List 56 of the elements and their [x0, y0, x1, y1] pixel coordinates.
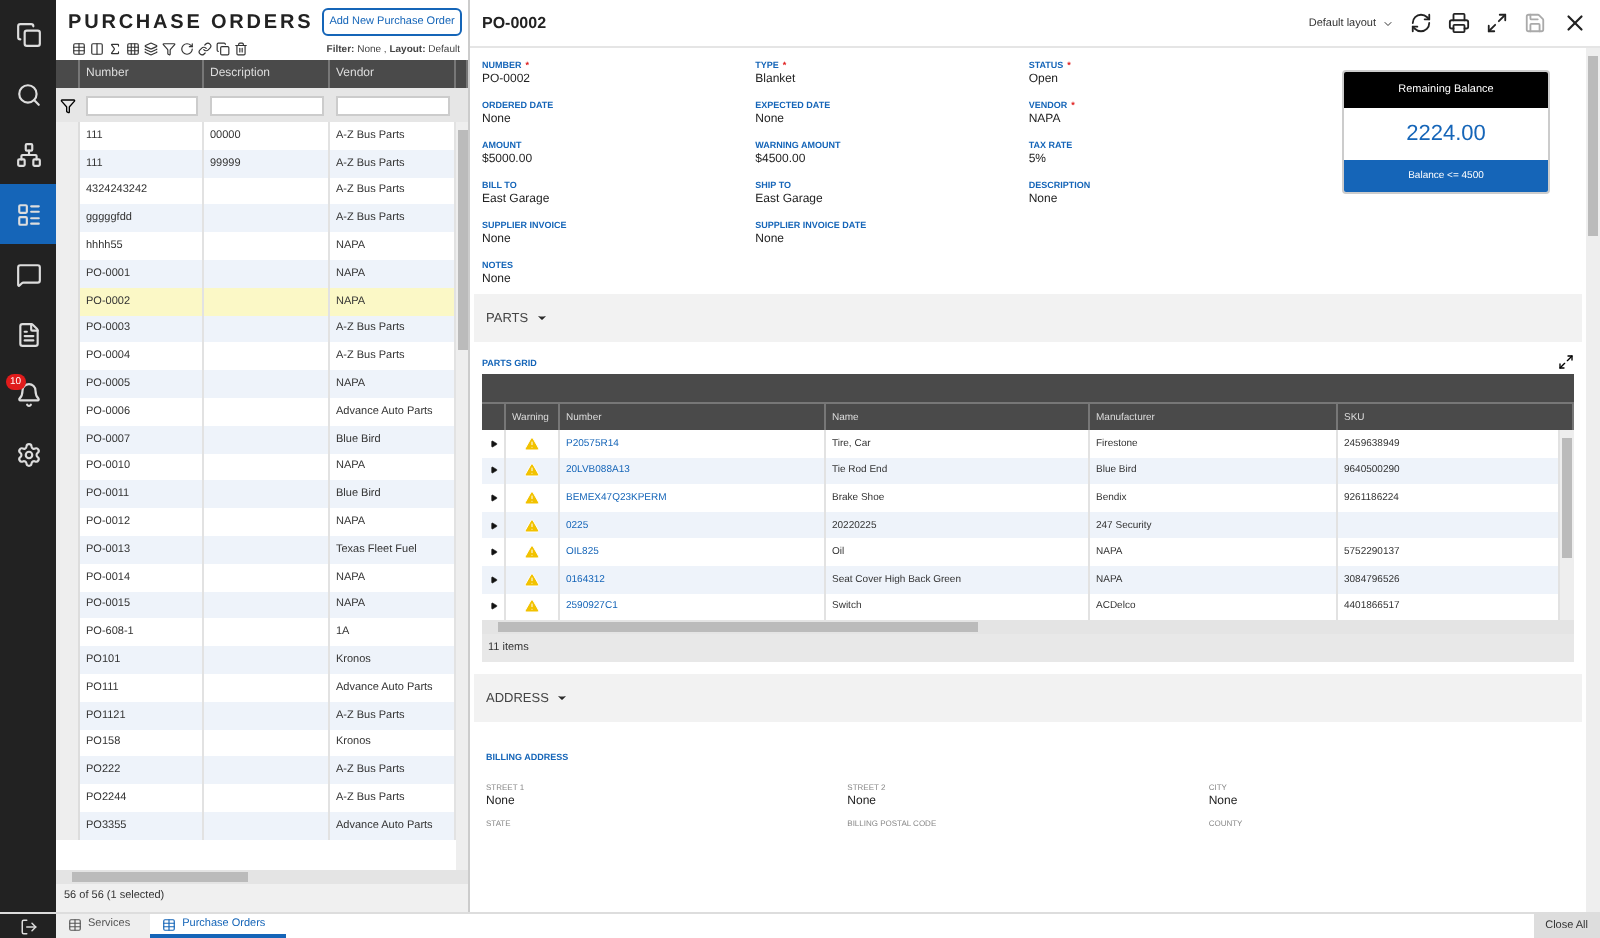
row-header — [56, 811, 80, 840]
logout-icon[interactable] — [19, 917, 37, 935]
scrollbar[interactable] — [56, 870, 468, 884]
expand-row-icon[interactable] — [489, 439, 497, 448]
toolbar-icon[interactable] — [126, 42, 140, 56]
warning-icon — [524, 544, 540, 561]
printer-icon[interactable] — [1448, 12, 1470, 34]
warning-icon — [524, 435, 540, 452]
toolbar-icon[interactable] — [144, 42, 158, 56]
scrollbar[interactable] — [1586, 48, 1600, 912]
toolbar-icon[interactable] — [234, 42, 248, 56]
toolbar-icon[interactable] — [162, 42, 176, 56]
warning-icon — [524, 517, 540, 534]
caret-icon — [556, 692, 569, 705]
warning-icon — [524, 489, 540, 506]
toolbar-icon[interactable] — [108, 42, 122, 56]
expand-row-icon[interactable] — [489, 548, 497, 557]
filter-field[interactable] — [336, 95, 450, 115]
expand-row-icon[interactable] — [489, 602, 497, 611]
filter-icon[interactable] — [60, 97, 76, 113]
document-icon — [15, 321, 41, 347]
warning-icon — [524, 598, 540, 615]
bell-icon — [15, 381, 41, 407]
warning-icon — [524, 462, 540, 479]
diagram-icon — [15, 141, 41, 167]
caret-icon — [1382, 17, 1394, 29]
chat-icon — [15, 261, 41, 287]
scrollbar[interactable] — [456, 122, 468, 870]
warning-icon — [524, 571, 540, 588]
settings-icon — [15, 441, 41, 467]
filter-field[interactable] — [86, 95, 198, 115]
toolbar-icon[interactable] — [90, 42, 104, 56]
windows-icon — [15, 21, 41, 47]
scrollbar[interactable] — [482, 620, 1574, 635]
expand-icon[interactable] — [1486, 12, 1508, 34]
expand-row-icon[interactable] — [489, 466, 497, 475]
refresh-icon[interactable] — [1410, 12, 1432, 34]
expand-row-icon[interactable] — [489, 521, 497, 530]
close-icon[interactable] — [1562, 10, 1588, 36]
table-icon — [162, 917, 177, 931]
filter-field[interactable] — [210, 95, 324, 115]
list-icon — [15, 201, 41, 227]
toolbar-icon[interactable] — [216, 42, 230, 56]
expand-row-icon[interactable] — [489, 493, 497, 502]
caret-icon — [536, 312, 549, 324]
search-icon — [15, 81, 41, 107]
expand-row-icon[interactable] — [489, 575, 497, 584]
panel-title: PURCHASE ORDERS — [68, 11, 314, 33]
toolbar-icon[interactable] — [198, 42, 212, 56]
toolbar-icon[interactable] — [180, 42, 194, 56]
scrollbar[interactable] — [1560, 430, 1574, 621]
record-title: PO-0002 — [482, 14, 547, 32]
table-icon — [68, 917, 82, 931]
balance-value: 2224.00 — [1404, 120, 1488, 150]
expand-icon[interactable] — [1558, 354, 1574, 370]
toolbar-icon[interactable] — [72, 42, 86, 56]
